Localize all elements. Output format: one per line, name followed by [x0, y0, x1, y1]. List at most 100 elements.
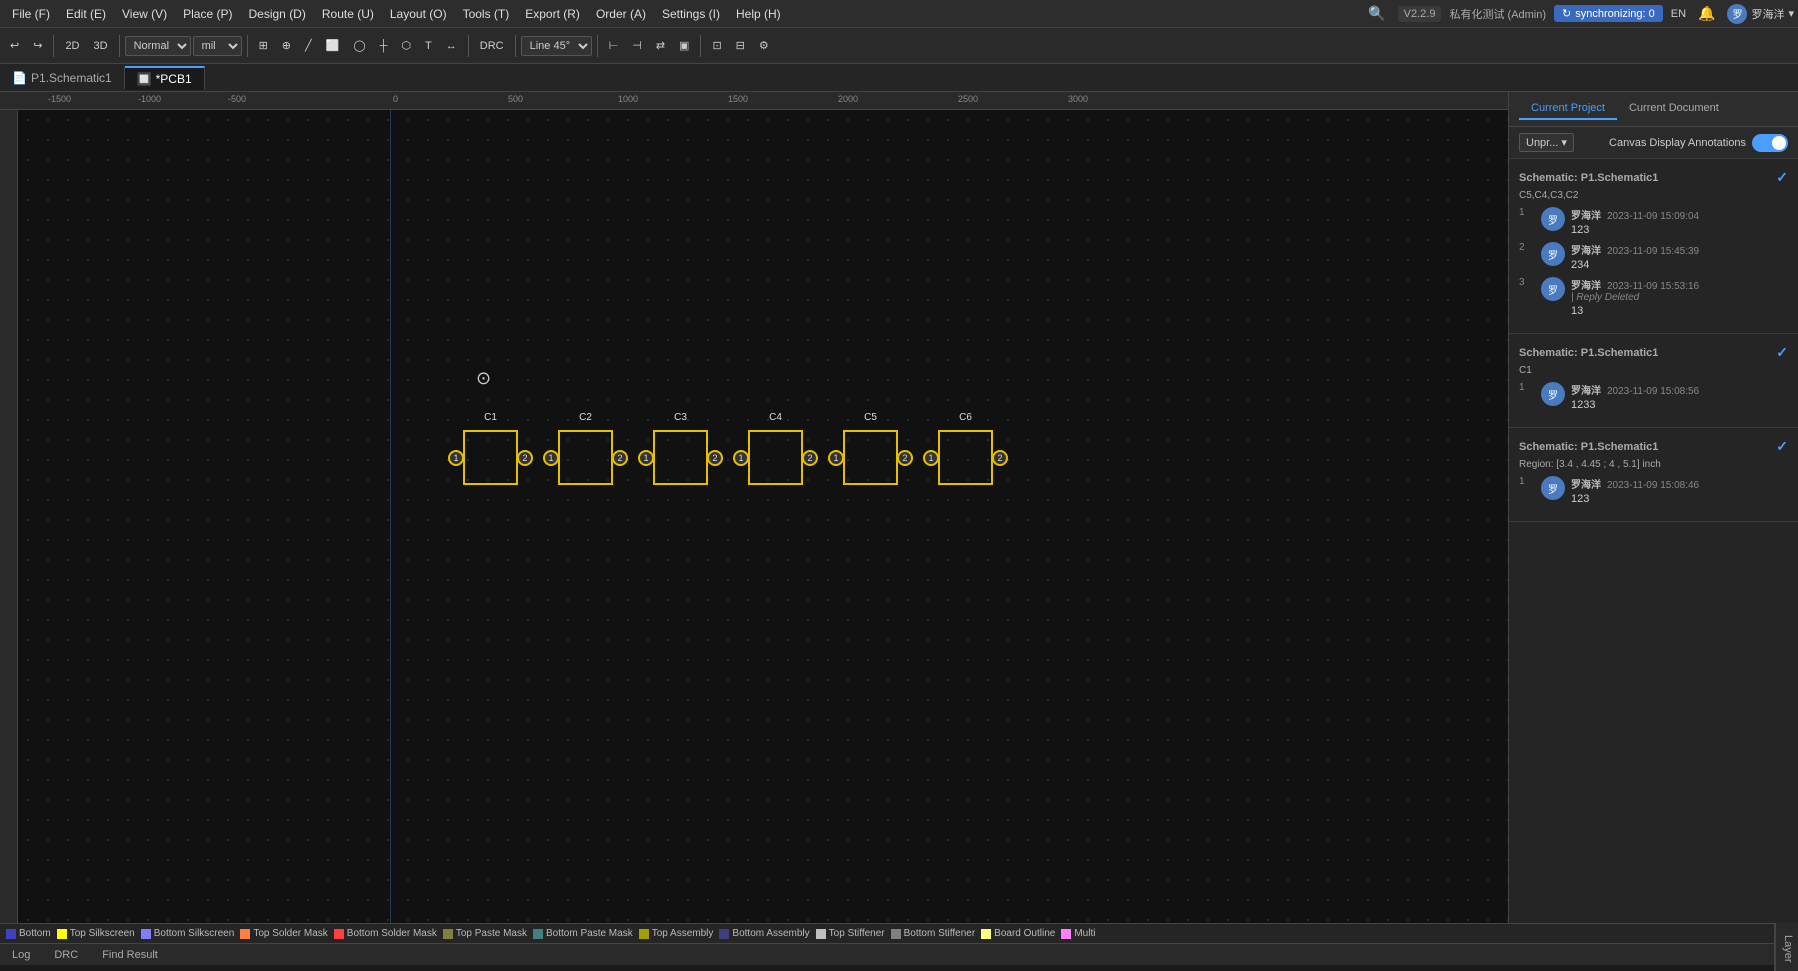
capacitor-c2-pad2[interactable]: 2 [612, 450, 628, 466]
layer-top-silk[interactable]: Top Silkscreen [57, 928, 135, 939]
menu-item-file[interactable]: File (F) [4, 5, 58, 23]
capacitor-c5-pad2[interactable]: 2 [897, 450, 913, 466]
menu-item-export[interactable]: Export (R) [517, 5, 588, 23]
capacitor-c1[interactable]: C1 1 2 [448, 430, 533, 485]
capacitor-c3-pad1[interactable]: 1 [638, 450, 654, 466]
canvas-content[interactable]: ⊙ C1 1 2 C2 1 2 C3 [18, 110, 1508, 923]
tab-schematic[interactable]: 📄 P1.Schematic1 [0, 67, 125, 89]
menu-item-edit[interactable]: Edit (E) [58, 5, 114, 23]
capacitor-c2-pad1[interactable]: 1 [543, 450, 559, 466]
capacitor-c6-body[interactable] [938, 430, 993, 485]
menu-item-help[interactable]: Help (H) [728, 5, 789, 23]
view-mode-select[interactable]: Normal [125, 36, 191, 56]
grid-icon[interactable]: ⊞ [253, 36, 274, 55]
layer-top-paste[interactable]: Top Paste Mask [443, 928, 527, 939]
canvas-area[interactable]: -1500 -1000 -500 0 500 1000 1500 2000 25… [0, 92, 1508, 923]
track-icon[interactable]: ┼ [374, 37, 394, 55]
layer-bottom[interactable]: Bottom [6, 928, 51, 939]
capacitor-c5-pad1[interactable]: 1 [828, 450, 844, 466]
menu-item-layout[interactable]: Layout (O) [382, 5, 455, 23]
annotation-section-3: Schematic: P1.Schematic1 ✓ Region: [3.4 … [1509, 428, 1798, 522]
ruler-tick: 500 [508, 94, 523, 104]
capacitor-c4-body[interactable] [748, 430, 803, 485]
capacitor-c3-body[interactable] [653, 430, 708, 485]
current-document-tab[interactable]: Current Document [1617, 98, 1731, 120]
group-icon[interactable]: ▣ [673, 36, 695, 55]
pad-icon[interactable]: ⬜ [320, 36, 346, 55]
menu-bar: File (F) Edit (E) View (V) Place (P) Des… [0, 0, 1798, 28]
settings-gear-icon[interactable]: ⚙ [753, 36, 775, 55]
menu-item-settings[interactable]: Settings (I) [654, 5, 728, 23]
redo-icon[interactable]: ↪ [27, 36, 48, 55]
layer-bottom-label: Bottom [19, 928, 51, 939]
angle-select[interactable]: Line 45° Line 90° [521, 36, 592, 56]
unpr-button[interactable]: Unpr... ▾ [1519, 133, 1574, 152]
tab-pcb[interactable]: 🔲 *PCB1 [125, 66, 205, 90]
capacitor-c4-pad1[interactable]: 1 [733, 450, 749, 466]
menu-item-design[interactable]: Design (D) [241, 5, 314, 23]
cursor-indicator: ⊙ [476, 368, 491, 389]
capacitor-c3[interactable]: C3 1 2 [638, 430, 723, 485]
capacitor-c4[interactable]: C4 1 2 [733, 430, 818, 485]
export-icon[interactable]: ⊟ [730, 36, 751, 55]
arc-icon[interactable]: ◯ [347, 36, 371, 55]
notification-icon[interactable]: 🔔 [1694, 3, 1719, 24]
current-project-tab[interactable]: Current Project [1519, 98, 1617, 120]
undo-icon[interactable]: ↩ [4, 36, 25, 55]
layer-top-solder[interactable]: Top Solder Mask [240, 928, 327, 939]
bottom-bar: Log DRC Find Result [0, 943, 1798, 965]
layer-bot-paste[interactable]: Bottom Paste Mask [533, 928, 633, 939]
capacitor-c1-pad1[interactable]: 1 [448, 450, 464, 466]
bottom-tab-find[interactable]: Find Result [96, 947, 164, 963]
layer-bot-silk[interactable]: Bottom Silkscreen [141, 928, 235, 939]
layer-top-assy[interactable]: Top Assembly [639, 928, 714, 939]
layer-multi[interactable]: Multi [1061, 928, 1095, 939]
capacitor-c1-body[interactable] [463, 430, 518, 485]
layer-bot-assy[interactable]: Bottom Assembly [719, 928, 809, 939]
capacitor-c2[interactable]: C2 1 2 [543, 430, 628, 485]
drc-button[interactable]: DRC [474, 37, 510, 55]
menu-item-place[interactable]: Place (P) [175, 5, 240, 23]
user-chevron-icon: ▾ [1788, 7, 1794, 20]
unit-select[interactable]: mil mm [193, 36, 242, 56]
import-icon[interactable]: ⊡ [706, 36, 727, 55]
menu-item-view[interactable]: View (V) [114, 5, 175, 23]
align-right-icon[interactable]: ⊣ [626, 36, 648, 55]
text-icon[interactable]: T [419, 37, 438, 55]
bottom-tab-log[interactable]: Log [6, 947, 36, 963]
layer-bot-stiff[interactable]: Bottom Stiffener [891, 928, 976, 939]
canvas-display-toggle[interactable] [1752, 134, 1788, 152]
capacitor-c1-pad2[interactable]: 2 [517, 450, 533, 466]
capacitor-c5-body[interactable] [843, 430, 898, 485]
ruler-vertical [0, 110, 18, 923]
menu-item-tools[interactable]: Tools (T) [455, 5, 518, 23]
2d-view-button[interactable]: 2D [59, 37, 85, 55]
annotation-2-comment-1: 1 罗 罗海洋 2023-11-09 15:08:56 1233 [1519, 382, 1788, 411]
menu-item-order[interactable]: Order (A) [588, 5, 654, 23]
search-icon[interactable]: 🔍 [1364, 3, 1389, 24]
3d-view-button[interactable]: 3D [88, 37, 114, 55]
layer-top-stiff[interactable]: Top Stiffener [816, 928, 885, 939]
annotation-section-2-header: Schematic: P1.Schematic1 ✓ [1519, 344, 1788, 361]
bottom-tab-drc[interactable]: DRC [48, 947, 84, 963]
layer-board-outline[interactable]: Board Outline [981, 928, 1055, 939]
snap-icon[interactable]: ⊕ [276, 36, 297, 55]
wire-icon[interactable]: ╱ [299, 36, 318, 55]
capacitor-c4-pad2[interactable]: 2 [802, 450, 818, 466]
capacitor-c3-pad2[interactable]: 2 [707, 450, 723, 466]
capacitor-c5[interactable]: C5 1 2 [828, 430, 913, 485]
measure-icon[interactable]: ↔ [440, 37, 463, 55]
capacitor-c6[interactable]: C6 1 2 [923, 430, 1008, 485]
capacitor-c2-body[interactable] [558, 430, 613, 485]
layer-bot-solder[interactable]: Bottom Solder Mask [334, 928, 437, 939]
toolbar-sep-6 [597, 35, 598, 57]
poly-icon[interactable]: ⬡ [395, 36, 417, 55]
capacitor-c6-pad1[interactable]: 1 [923, 450, 939, 466]
side-tab-layer[interactable]: Layer [1775, 923, 1798, 971]
align-left-icon[interactable]: ⊢ [603, 36, 625, 55]
menu-item-route[interactable]: Route (U) [314, 5, 382, 23]
capacitor-c6-pad2[interactable]: 2 [992, 450, 1008, 466]
flip-icon[interactable]: ⇄ [650, 36, 671, 55]
admin-label: 私有化测试 (Admin) [1449, 6, 1546, 22]
capacitor-c2-label: C2 [579, 412, 592, 423]
